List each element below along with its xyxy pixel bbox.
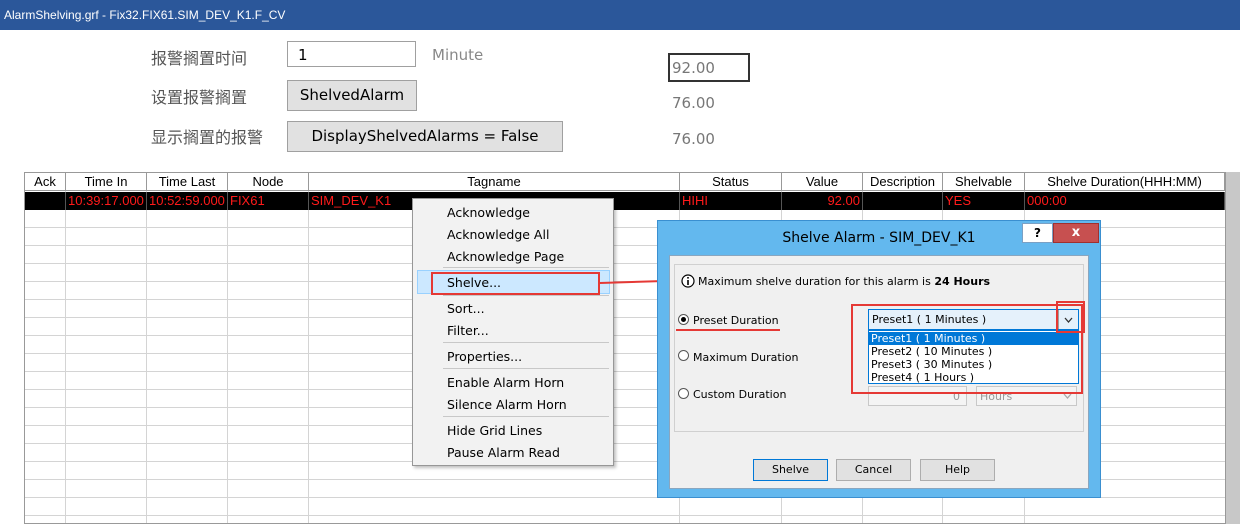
table-row[interactable]: 10:39:17.000 10:52:59.000 FIX61 SIM_DEV_… — [25, 192, 1225, 210]
shelve-button[interactable]: Shelve — [753, 459, 828, 481]
label-preset-duration: Preset Duration — [693, 314, 779, 327]
context-menu: Acknowledge Acknowledge All Acknowledge … — [412, 198, 614, 466]
annotation-box-dropdown-button — [1056, 301, 1085, 333]
menu-item-filter[interactable]: Filter... — [447, 323, 489, 338]
value-box-text: 92.00 — [672, 59, 715, 77]
annotation-box-preset-list — [851, 304, 1083, 394]
close-icon: x — [1071, 225, 1081, 240]
shelve-time-label: 报警搁置时间 — [151, 49, 248, 68]
set-shelve-label: 设置报警搁置 — [151, 88, 248, 107]
col-header-shelvable[interactable]: Shelvable — [943, 173, 1025, 191]
col-header-status[interactable]: Status — [680, 173, 782, 191]
dialog-help-button[interactable]: ? — [1022, 223, 1053, 243]
dialog-close-button[interactable]: x — [1053, 223, 1099, 243]
display-shelved-button[interactable]: DisplayShelvedAlarms = False — [287, 121, 563, 152]
shelve-time-value: 1 — [298, 46, 308, 64]
cell-status: HIHI — [680, 192, 782, 210]
col-header-time-last[interactable]: Time Last — [147, 173, 228, 191]
help-icon: ? — [1034, 226, 1041, 240]
cell-node: FIX61 — [228, 192, 309, 210]
col-header-description[interactable]: Description — [863, 173, 943, 191]
annotation-underline-preset — [676, 329, 780, 331]
radio-maximum-duration[interactable] — [678, 350, 689, 361]
info-icon — [681, 274, 695, 288]
menu-item-enable-alarm-horn[interactable]: Enable Alarm Horn — [447, 375, 564, 390]
menu-item-hide-grid-lines[interactable]: Hide Grid Lines — [447, 423, 542, 438]
col-header-ack[interactable]: Ack — [25, 173, 66, 191]
shelve-time-input[interactable]: 1 — [287, 41, 416, 67]
cell-shelvable: YES — [943, 192, 1025, 210]
menu-item-acknowledge-all[interactable]: Acknowledge All — [447, 227, 549, 242]
vertical-scrollbar[interactable] — [1226, 172, 1240, 524]
cell-time-in: 10:39:17.000 — [66, 192, 147, 210]
cell-ack — [25, 192, 66, 210]
col-header-time-in[interactable]: Time In — [66, 173, 147, 191]
cell-value: 92.00 — [782, 192, 863, 210]
value-2: 76.00 — [672, 94, 715, 112]
col-header-node[interactable]: Node — [228, 173, 309, 191]
menu-item-pause-alarm-read[interactable]: Pause Alarm Read — [447, 445, 560, 460]
cancel-button[interactable]: Cancel — [836, 459, 911, 481]
radio-custom-duration[interactable] — [678, 388, 689, 399]
col-header-tagname[interactable]: Tagname — [309, 173, 680, 191]
label-custom-duration: Custom Duration — [693, 388, 787, 401]
info-max-duration: 24 Hours — [934, 275, 991, 288]
cell-time-last: 10:52:59.000 — [147, 192, 228, 210]
value-3: 76.00 — [672, 130, 715, 148]
info-message: Maximum shelve duration for this alarm i… — [698, 275, 990, 288]
help-button[interactable]: Help — [920, 459, 995, 481]
shelve-alarm-dialog: Shelve Alarm - SIM_DEV_K1 ? x Maximum sh… — [657, 220, 1101, 498]
menu-item-properties[interactable]: Properties... — [447, 349, 522, 364]
col-header-value[interactable]: Value — [782, 173, 863, 191]
shelved-alarm-button[interactable]: ShelvedAlarm — [287, 80, 417, 111]
info-text: Maximum shelve duration for this alarm i… — [698, 275, 935, 288]
cell-shelve-duration: 000:00 — [1025, 192, 1225, 210]
menu-item-acknowledge-page[interactable]: Acknowledge Page — [447, 249, 564, 264]
menu-item-sort[interactable]: Sort... — [447, 301, 485, 316]
label-maximum-duration: Maximum Duration — [693, 351, 799, 364]
window-title: AlarmShelving.grf - Fix32.FIX61.SIM_DEV_… — [0, 0, 1240, 30]
value-box: 92.00 — [668, 53, 750, 82]
menu-item-silence-alarm-horn[interactable]: Silence Alarm Horn — [447, 397, 567, 412]
display-shelved-label: 显示搁置的报警 — [151, 128, 264, 147]
radio-preset-duration[interactable] — [678, 314, 689, 325]
annotation-box-shelve — [431, 272, 600, 295]
col-header-shelve-duration[interactable]: Shelve Duration(HHH:MM) — [1025, 173, 1225, 191]
cell-description — [863, 192, 943, 210]
menu-item-acknowledge[interactable]: Acknowledge — [447, 205, 530, 220]
shelve-time-unit: Minute — [432, 46, 484, 64]
dialog-body: Maximum shelve duration for this alarm i… — [669, 255, 1089, 489]
